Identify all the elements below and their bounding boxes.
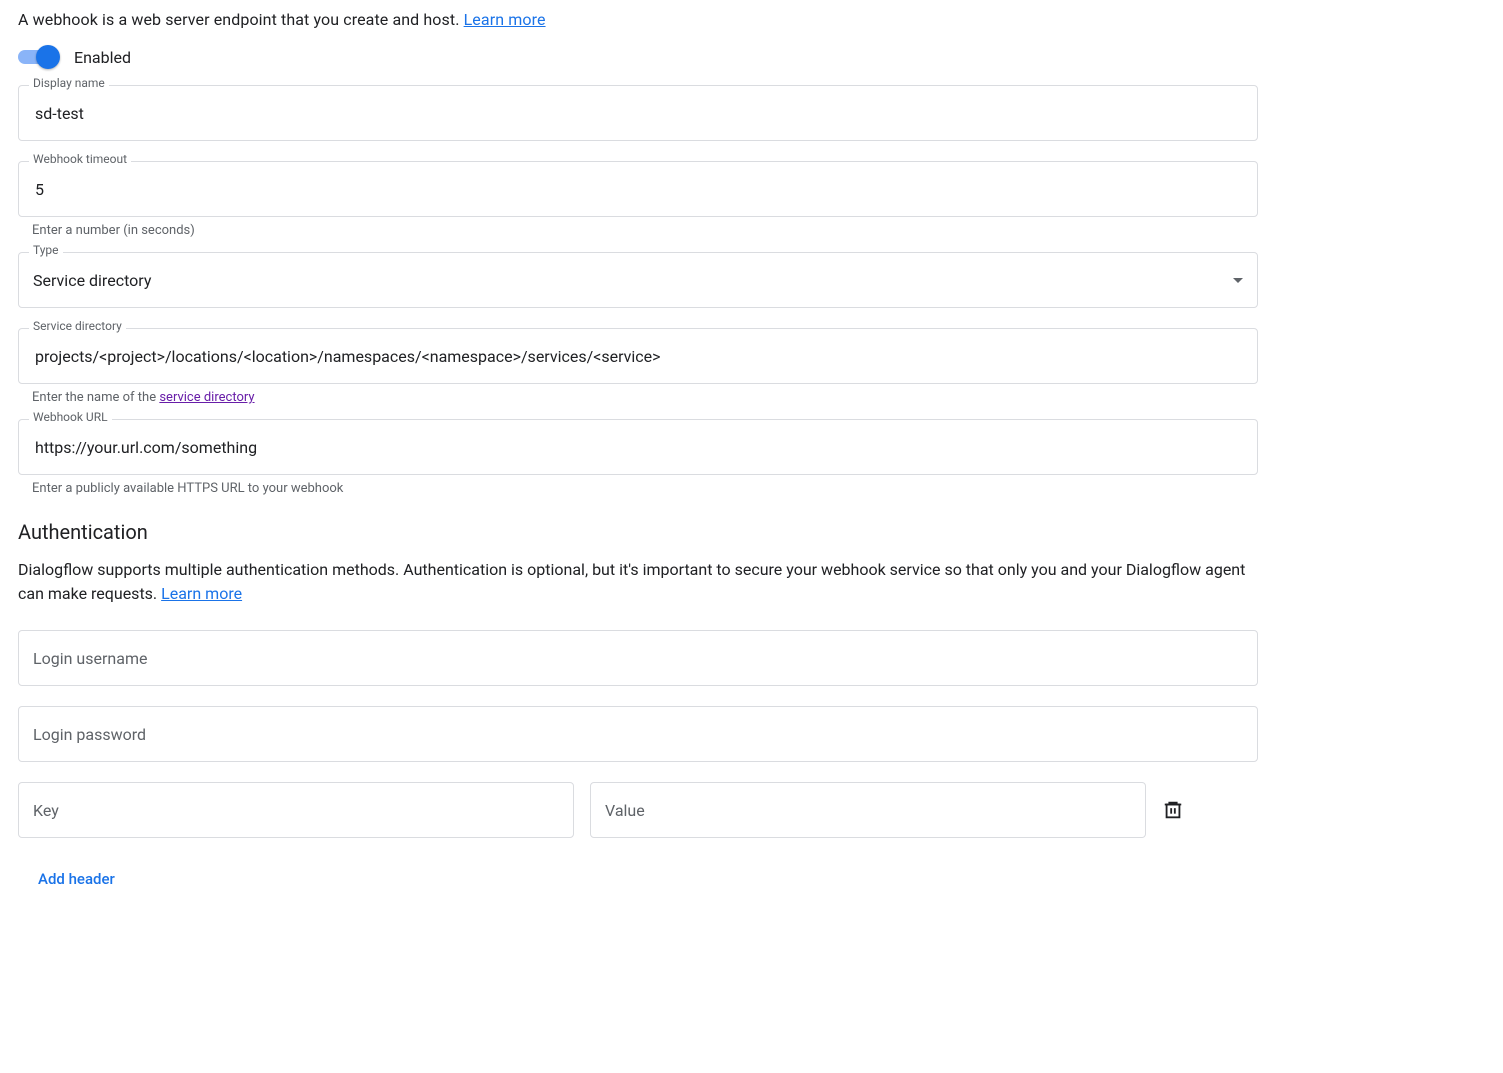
webhook-url-label: Webhook URL	[29, 411, 112, 423]
type-label: Type	[29, 244, 63, 256]
header-row	[18, 782, 1485, 838]
service-directory-label: Service directory	[29, 320, 126, 332]
intro-text: A webhook is a web server endpoint that …	[18, 10, 1485, 29]
enabled-label: Enabled	[74, 48, 131, 67]
header-value-input[interactable]	[590, 782, 1146, 838]
type-value: Service directory	[33, 271, 1225, 290]
trash-icon[interactable]	[1162, 799, 1184, 821]
webhook-url-input[interactable]	[33, 437, 1243, 458]
type-select[interactable]: Type Service directory	[18, 252, 1258, 308]
timeout-field[interactable]: Webhook timeout	[18, 161, 1258, 217]
service-directory-input[interactable]	[33, 346, 1243, 367]
auth-desc: Dialogflow supports multiple authenticat…	[18, 558, 1258, 606]
intro-text-span: A webhook is a web server endpoint that …	[18, 10, 464, 29]
add-header-button[interactable]: Add header	[18, 862, 135, 896]
sd-helper-prefix: Enter the name of the	[32, 390, 159, 405]
display-name-input[interactable]	[33, 103, 1243, 124]
auth-learn-more-link[interactable]: Learn more	[161, 584, 242, 603]
service-directory-field[interactable]: Service directory	[18, 328, 1258, 384]
display-name-label: Display name	[29, 77, 109, 89]
login-password-input[interactable]	[18, 706, 1258, 762]
auth-title: Authentication	[18, 520, 1485, 544]
service-directory-link[interactable]: service directory	[159, 390, 254, 405]
timeout-input[interactable]	[33, 179, 1243, 200]
chevron-down-icon	[1233, 278, 1243, 283]
enabled-toggle[interactable]	[18, 47, 62, 67]
login-username-input[interactable]	[18, 630, 1258, 686]
toggle-thumb	[36, 45, 60, 69]
learn-more-link[interactable]: Learn more	[464, 10, 546, 29]
display-name-field[interactable]: Display name	[18, 85, 1258, 141]
timeout-helper: Enter a number (in seconds)	[32, 223, 1485, 238]
timeout-label: Webhook timeout	[29, 153, 131, 165]
service-directory-helper: Enter the name of the service directory	[32, 390, 1485, 405]
webhook-url-helper: Enter a publicly available HTTPS URL to …	[32, 481, 1485, 496]
header-key-input[interactable]	[18, 782, 574, 838]
webhook-url-field[interactable]: Webhook URL	[18, 419, 1258, 475]
